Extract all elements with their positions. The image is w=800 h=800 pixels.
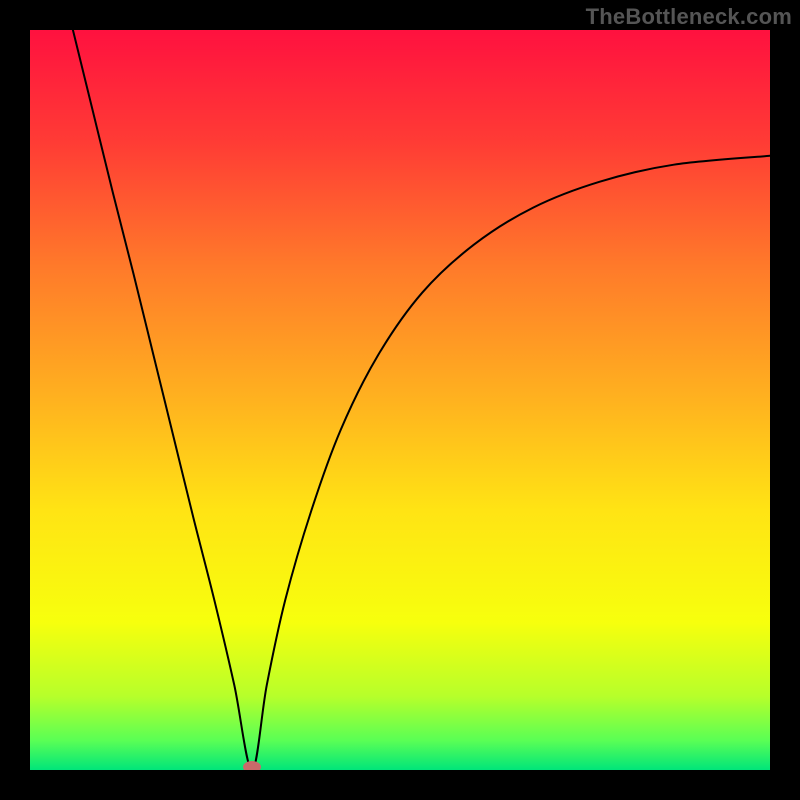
gradient-background — [30, 30, 770, 770]
plot-area — [30, 30, 770, 770]
chart-frame: TheBottleneck.com — [0, 0, 800, 800]
watermark-text: TheBottleneck.com — [586, 4, 792, 30]
bottleneck-chart — [30, 30, 770, 770]
